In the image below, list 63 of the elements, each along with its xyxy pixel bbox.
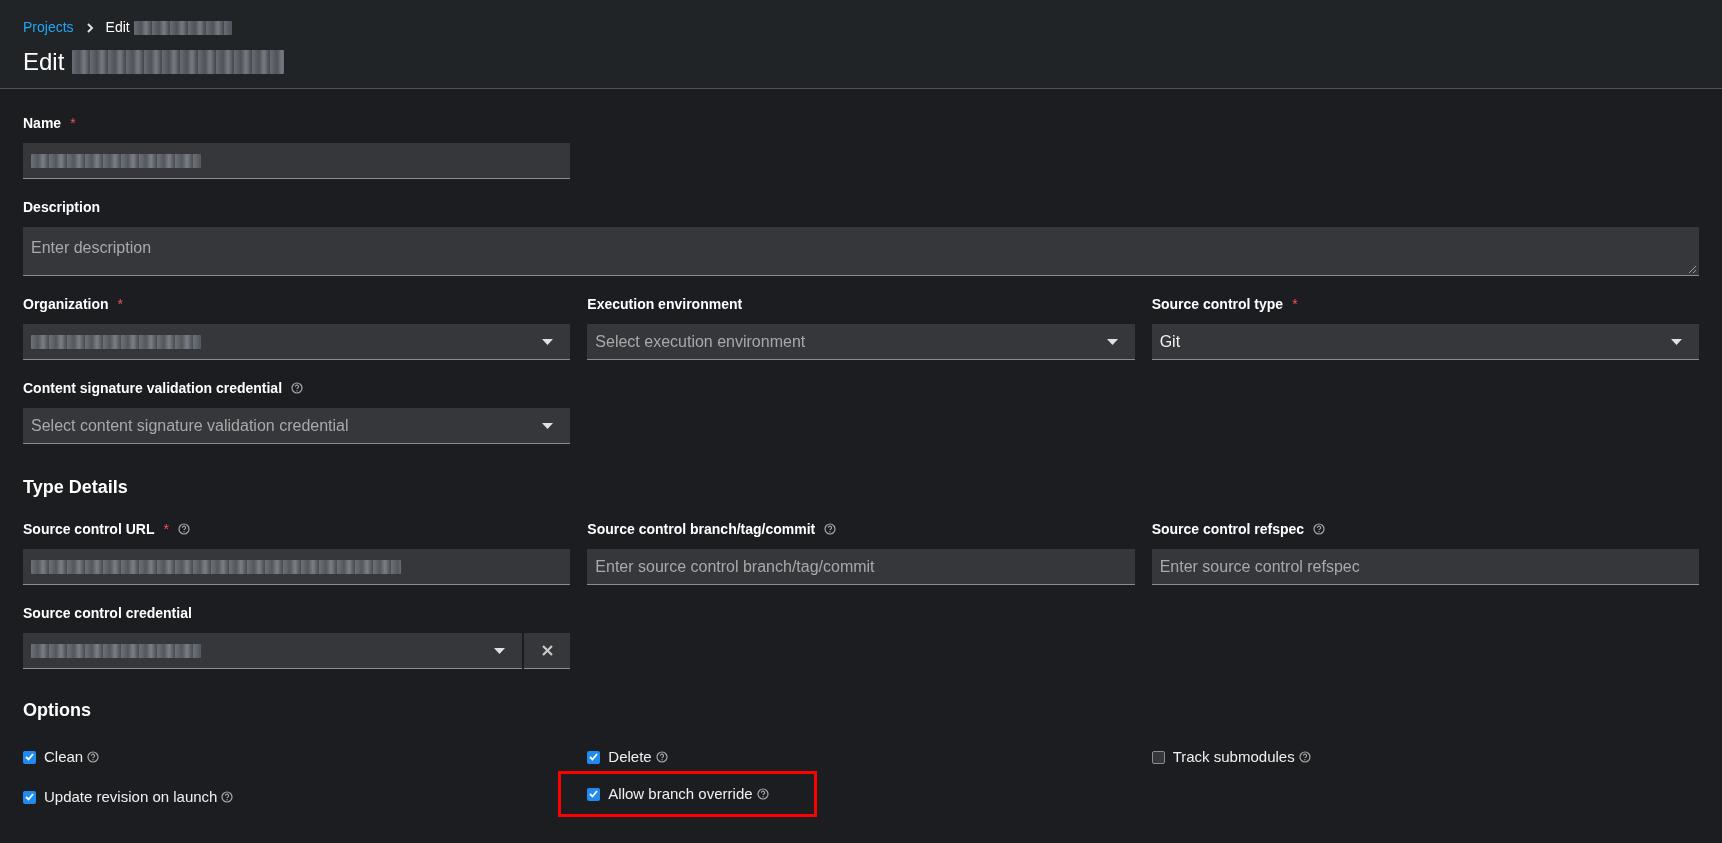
placeholder-text: Select content signature validation credential bbox=[31, 415, 349, 436]
clear-button[interactable] bbox=[524, 633, 571, 669]
field-label: Organization bbox=[23, 294, 109, 314]
checkbox[interactable] bbox=[587, 750, 601, 764]
checkbox-label: Update revision on launch bbox=[44, 786, 218, 807]
help-icon bbox=[1298, 751, 1311, 763]
check-icon bbox=[25, 793, 34, 801]
chevron-right-icon bbox=[85, 22, 94, 33]
checkbox-label: Clean bbox=[44, 746, 84, 767]
help-icon bbox=[756, 788, 769, 800]
check-icon bbox=[25, 753, 34, 761]
caret-down-icon bbox=[542, 338, 554, 345]
breadcrumb-link[interactable]: Projects bbox=[23, 17, 74, 38]
required-marker: * bbox=[117, 294, 123, 314]
input-field[interactable]: Enter source control branch/tag/commit bbox=[587, 549, 1135, 585]
select-field[interactable] bbox=[23, 324, 571, 360]
checkbox[interactable] bbox=[1151, 750, 1165, 764]
input-field[interactable]: Enter source control refspec bbox=[1151, 549, 1699, 585]
select-field[interactable] bbox=[23, 633, 523, 669]
check-icon bbox=[589, 790, 599, 798]
field-label: Source control branch/tag/commit bbox=[587, 519, 816, 539]
caret-down-icon bbox=[1671, 338, 1682, 345]
section-heading: Options bbox=[23, 699, 92, 722]
placeholder-text: Enter description bbox=[31, 238, 152, 258]
placeholder-text: Select execution environment bbox=[595, 331, 806, 352]
select-field[interactable]: Select content signature validation credential bbox=[23, 408, 571, 444]
breadcrumb-current: Edit bbox=[105, 18, 130, 37]
field-label: Content signature validation credential bbox=[23, 378, 283, 398]
input-field[interactable] bbox=[23, 143, 571, 179]
select-field[interactable]: Select execution environment bbox=[587, 324, 1135, 360]
field-label: Name bbox=[23, 113, 62, 133]
textarea-field[interactable]: Enter description bbox=[23, 227, 1699, 276]
checkbox[interactable] bbox=[23, 750, 36, 764]
required-marker: * bbox=[163, 519, 169, 539]
field-label: Source control credential bbox=[23, 603, 192, 623]
field-label: Execution environment bbox=[587, 294, 743, 314]
close-icon bbox=[541, 645, 553, 656]
field-value: Git bbox=[1159, 331, 1181, 352]
checkbox[interactable] bbox=[587, 787, 601, 801]
field-label: Source control URL bbox=[23, 519, 155, 539]
checkbox-label: Delete bbox=[608, 746, 652, 767]
help-icon bbox=[655, 751, 668, 763]
resize-handle-icon bbox=[1688, 265, 1696, 273]
checkbox-label: Track submodules bbox=[1172, 746, 1295, 767]
field-label: Source control refspec bbox=[1151, 519, 1305, 539]
caret-down-icon bbox=[1106, 338, 1118, 345]
field-label: Description bbox=[23, 197, 100, 217]
input-field[interactable] bbox=[23, 549, 571, 585]
placeholder-text: Enter source control refspec bbox=[1159, 556, 1360, 577]
checkbox[interactable] bbox=[23, 790, 36, 804]
select-field[interactable]: Git bbox=[1151, 324, 1699, 360]
required-marker: * bbox=[1292, 294, 1298, 314]
field-label: Source control type bbox=[1151, 294, 1284, 314]
check-icon bbox=[589, 753, 599, 761]
placeholder-text: Enter source control branch/tag/commit bbox=[595, 556, 875, 577]
help-icon bbox=[221, 791, 234, 803]
checkbox-label: Allow branch override bbox=[608, 783, 753, 804]
caret-down-icon bbox=[494, 647, 506, 654]
caret-down-icon bbox=[542, 422, 554, 429]
page-title: Edit bbox=[23, 47, 65, 77]
help-icon bbox=[87, 751, 100, 763]
required-marker: * bbox=[70, 113, 76, 133]
section-heading: Type Details bbox=[23, 476, 129, 499]
